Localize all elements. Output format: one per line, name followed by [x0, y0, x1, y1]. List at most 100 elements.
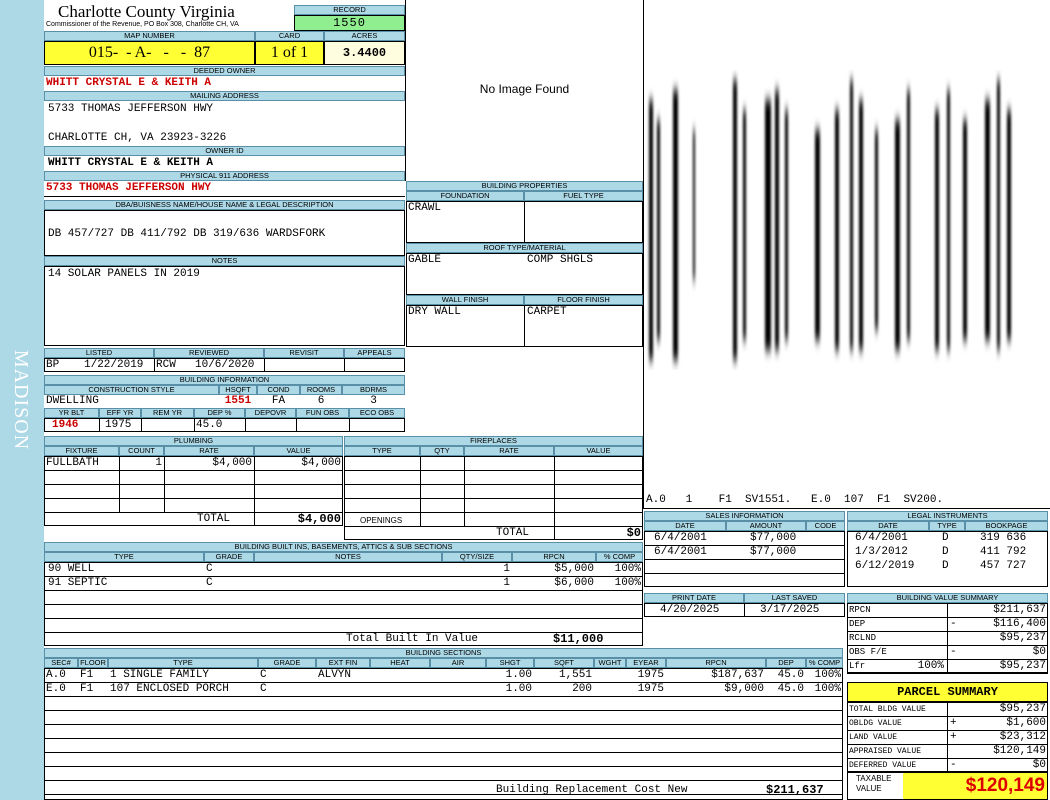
sale-2-amount: $77,000: [750, 546, 797, 558]
count-col: COUNT: [119, 446, 164, 456]
bvs-row-line: [847, 673, 1048, 674]
section-ext_fin: ALVYN: [318, 669, 352, 681]
cond-value: FA: [271, 395, 286, 407]
last-saved: 3/17/2025: [760, 604, 820, 616]
legal-1-type: D: [942, 532, 949, 544]
parcel-value: $1,600: [1006, 717, 1046, 729]
section-col-10: EYEAR: [626, 658, 666, 668]
bvs-label: RCLND: [849, 633, 877, 643]
sales-code-col: CODE: [806, 521, 845, 531]
physical-address-label: PHYSICAL 911 ADDRESS: [44, 171, 405, 181]
yr-blt-value: 1946: [52, 419, 79, 431]
bvs-label: DEP: [849, 619, 866, 629]
legal-3-type: D: [942, 560, 949, 572]
bvs-value: $0: [1032, 646, 1046, 658]
wall-finish-label: WALL FINISH: [406, 295, 524, 305]
bi-grade-col: GRADE: [204, 552, 254, 562]
section-col-3: GRADE: [258, 658, 316, 668]
fixture-col: FIXTURE: [44, 446, 119, 456]
legal-bookpage-col: BOOKPAGE: [965, 521, 1048, 531]
section-grade: C: [260, 683, 267, 695]
reviewed-code: RCW: [156, 359, 176, 371]
dep-pct-label: DEP %: [194, 408, 245, 418]
notes-value: 14 SOLAR PANELS IN 2019: [48, 268, 200, 280]
legal-3-bookpage: 457 727: [980, 560, 1027, 572]
section-col-7: SHGT: [486, 658, 534, 668]
owner-id: WHITT CRYSTAL E & KEITH A: [48, 157, 214, 169]
bi-qty-col: QTY/SIZE: [442, 552, 512, 562]
construction-style-label: CONSTRUCTION STYLE: [44, 385, 219, 395]
section-rpcn: $9,000: [724, 683, 764, 695]
parcel-label: APPRAISED VALUE: [849, 747, 922, 756]
bvs-pct: 100%: [917, 660, 944, 672]
bvs-label: Lfr: [849, 661, 866, 671]
fp-total: $0: [626, 526, 641, 540]
bi-1-qty: 1: [503, 563, 510, 575]
legal-2-bookpage: 411 792: [980, 546, 1027, 558]
section-type: 107 ENCLOSED PORCH: [110, 683, 229, 695]
acres-label: ACRES: [324, 31, 405, 41]
section-rpcn: $187,637: [711, 669, 764, 681]
openings-label: OPENINGS: [360, 516, 403, 525]
hsqft-value: 1551: [224, 395, 252, 407]
section-col-5: HEAT: [370, 658, 430, 668]
section-col-2: TYPE: [108, 658, 258, 668]
section-sqft: 1,551: [558, 669, 592, 681]
section-col-9: WGHT: [594, 658, 626, 668]
building-sketch: [645, 70, 1045, 370]
reviewed-date: 10/6/2020: [195, 359, 255, 371]
bi-2-grade: C: [206, 577, 213, 589]
acres-value: 3.4400: [324, 41, 405, 65]
card-value: 1 of 1: [255, 41, 324, 65]
last-saved-label: LAST SAVED: [744, 593, 845, 603]
dba-label: DBA/BUISNESS NAME/HOUSE NAME & LEGAL DES…: [44, 200, 405, 210]
deeded-owner: WHITT CRYSTAL E & KEITH A: [46, 77, 212, 89]
section-row-line: [44, 780, 843, 781]
parcel-row-line: [847, 772, 1048, 773]
physical-address: 5733 THOMAS JEFFERSON HWY: [46, 182, 212, 194]
bi-rpcn-col: RPCN: [512, 552, 596, 562]
listed-date: 1/22/2019: [84, 359, 144, 371]
bi-1-grade: C: [206, 563, 213, 575]
bdrms-value: 3: [370, 395, 377, 407]
rate-col: RATE: [164, 446, 254, 456]
section-col-6: AIR: [430, 658, 486, 668]
fp-value-col: VALUE: [554, 446, 643, 456]
county-title: Charlotte County Virginia: [58, 2, 235, 21]
record-label: RECORD: [294, 5, 405, 15]
cond-label: COND: [257, 385, 300, 395]
legal-2-date: 1/3/2012: [855, 546, 908, 558]
roof-material: COMP SHGLS: [527, 254, 594, 266]
bi-type-col: TYPE: [44, 552, 204, 562]
owner-id-label: OWNER ID: [44, 146, 405, 156]
legal-date-col: DATE: [847, 521, 929, 531]
section-col-4: EXT FIN: [316, 658, 370, 668]
value-col: VALUE: [254, 446, 343, 456]
parcel-label: OBLDG VALUE: [849, 719, 902, 728]
building-info-label: BUILDING INFORMATION: [44, 375, 405, 385]
sale-1-date: 6/4/2001: [654, 532, 707, 544]
dba-value: DB 457/727 DB 411/792 DB 319/636 WARDSFO…: [48, 228, 326, 240]
bi-2-qty: 1: [503, 577, 510, 589]
section-eyear: 1975: [637, 683, 664, 695]
card-label: CARD: [255, 31, 324, 41]
eff-yr-value: 1975: [105, 419, 132, 431]
fp-rate-col: RATE: [464, 446, 554, 456]
sale-2-date: 6/4/2001: [654, 546, 707, 558]
fp-total-label: TOTAL: [496, 527, 530, 539]
map-number-label: MAP NUMBER: [44, 31, 255, 41]
foundation-label: FOUNDATION: [406, 191, 524, 201]
dep-pct-value: 45.0: [196, 419, 223, 431]
section-dep: 45.0: [777, 683, 804, 695]
parcel-label: LAND VALUE: [849, 733, 898, 742]
record-value: 1550: [294, 15, 405, 31]
bi-comp-col: % COMP: [596, 552, 643, 562]
plumbing-value: $4,000: [301, 457, 341, 469]
section-grade: C: [260, 669, 267, 681]
section-sec: E.0: [46, 683, 66, 695]
brcn-value: $211,637: [766, 783, 824, 797]
floor-finish: CARPET: [527, 306, 567, 318]
sales-date-col: DATE: [644, 521, 726, 531]
bvs-label: RPCN: [849, 605, 871, 615]
mailing-line-1: 5733 THOMAS JEFFERSON HWY: [48, 103, 214, 115]
